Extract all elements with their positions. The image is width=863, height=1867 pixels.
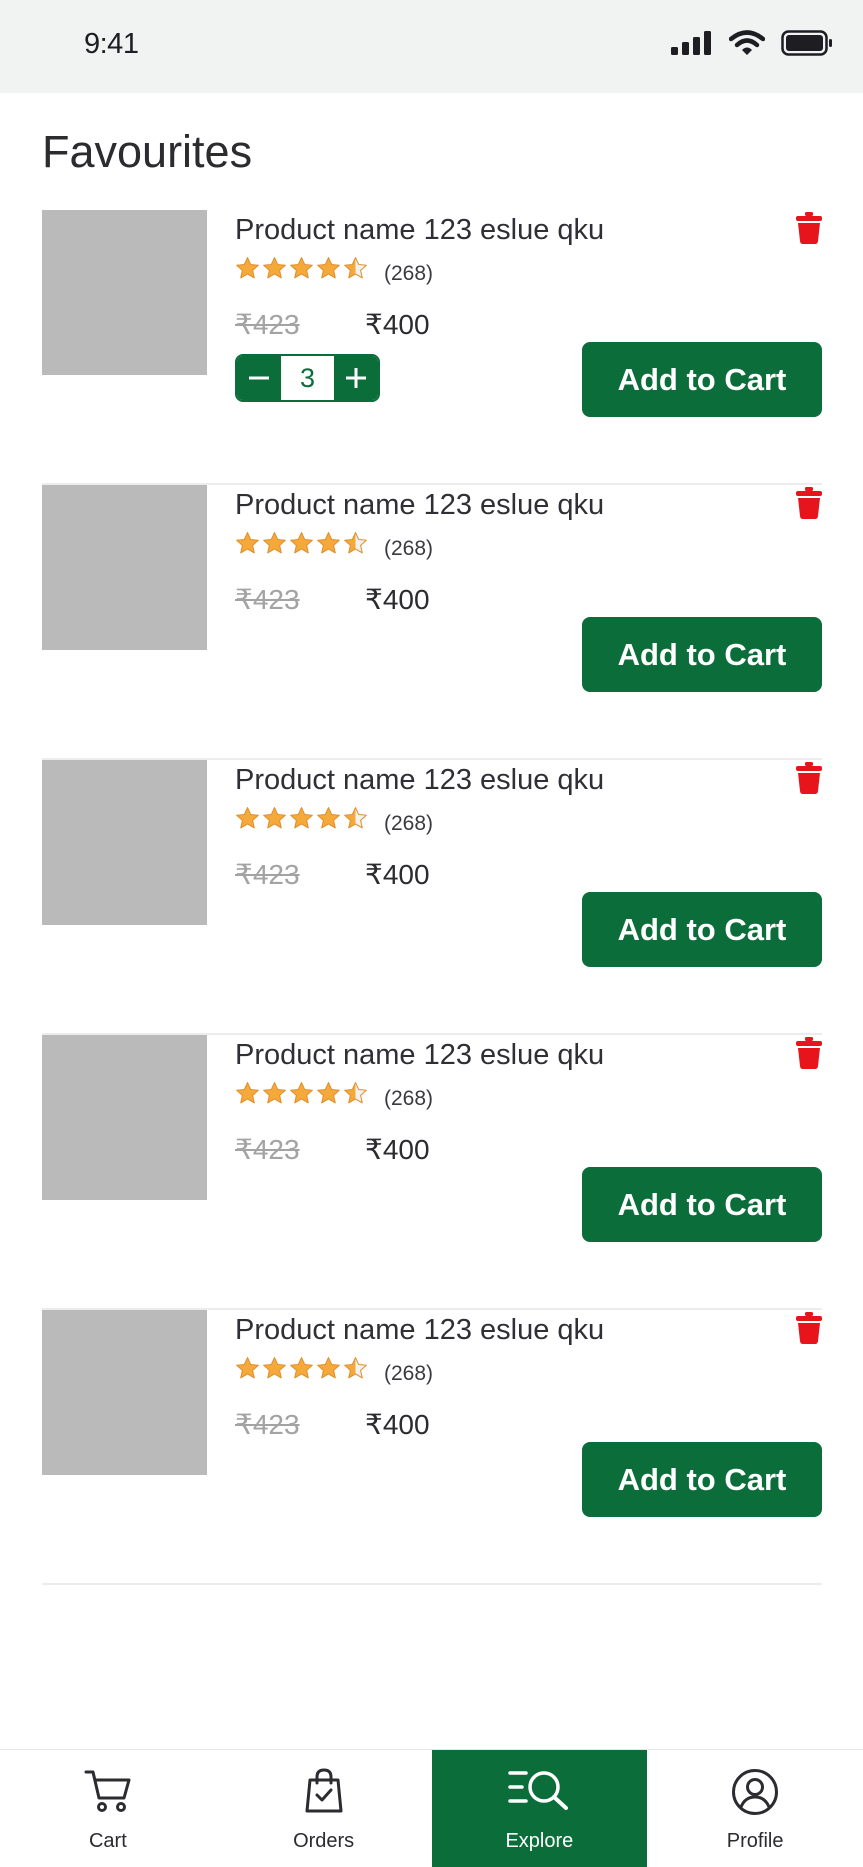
product-name[interactable]: Product name 123 eslue qku <box>235 1039 604 1072</box>
quantity-value: 3 <box>281 356 334 400</box>
tab-orders[interactable]: Orders <box>216 1750 432 1867</box>
star-icon <box>290 1082 313 1104</box>
minus-icon <box>249 376 269 380</box>
star-icon <box>290 257 313 279</box>
sale-price: ₹400 <box>365 859 430 890</box>
delete-icon[interactable] <box>796 1312 822 1344</box>
rating-stars <box>235 806 368 831</box>
star-icon <box>263 1357 286 1379</box>
star-icon <box>317 532 340 554</box>
star-icon <box>290 807 313 829</box>
star-icon <box>236 1357 259 1379</box>
star-icon <box>236 1082 259 1104</box>
shopping-bag-icon <box>305 1768 343 1813</box>
star-icon <box>263 257 286 279</box>
original-price: ₹423 <box>235 1409 300 1440</box>
product-image[interactable] <box>42 1310 207 1475</box>
review-count: (268) <box>384 1362 434 1385</box>
star-icon <box>263 1082 286 1104</box>
original-price: ₹423 <box>235 859 300 890</box>
product-name[interactable]: Product name 123 eslue qku <box>235 764 604 797</box>
battery-icon <box>781 30 832 56</box>
star-icon <box>290 1357 313 1379</box>
sale-price: ₹400 <box>365 584 430 615</box>
add-to-cart-button[interactable]: Add to Cart <box>582 1442 822 1517</box>
delete-icon[interactable] <box>796 487 822 519</box>
star-icon <box>263 532 286 554</box>
product-name[interactable]: Product name 123 eslue qku <box>235 489 604 522</box>
star-icon <box>236 257 259 279</box>
star-icon <box>344 807 367 829</box>
status-bar: 9:41 <box>0 0 863 93</box>
tab-profile[interactable]: Profile <box>647 1750 863 1867</box>
favourite-item: Product name 123 eslue qku (268) ₹423 ₹4… <box>42 760 822 1035</box>
rating-stars <box>235 256 368 281</box>
tab-cart[interactable]: Cart <box>0 1750 216 1867</box>
divider <box>42 1583 822 1585</box>
star-icon <box>344 532 367 554</box>
favourite-item: Product name 123 eslue qku (268) ₹423 ₹4… <box>42 1035 822 1310</box>
tab-label: Explore <box>505 1830 574 1852</box>
product-image[interactable] <box>42 210 207 375</box>
star-icon <box>344 1357 367 1379</box>
original-price: ₹423 <box>235 1134 300 1165</box>
favourite-item: Product name 123 eslue qku (268) ₹423 ₹4… <box>42 210 822 485</box>
favourite-item: Product name 123 eslue qku (268) ₹423 ₹4… <box>42 1310 822 1585</box>
star-icon <box>236 807 259 829</box>
star-icon <box>344 1082 367 1104</box>
original-price: ₹423 <box>235 309 300 340</box>
wifi-icon <box>729 30 765 55</box>
decrease-quantity-button[interactable] <box>237 356 281 400</box>
product-name[interactable]: Product name 123 eslue qku <box>235 1314 604 1347</box>
add-to-cart-button[interactable]: Add to Cart <box>582 892 822 967</box>
product-image[interactable] <box>42 760 207 925</box>
star-icon <box>344 257 367 279</box>
star-icon <box>317 1082 340 1104</box>
signal-icon <box>671 31 711 55</box>
tab-explore[interactable]: Explore <box>431 1750 648 1867</box>
favourites-list: Product name 123 eslue qku (268) ₹423 ₹4… <box>42 210 822 1585</box>
product-name[interactable]: Product name 123 eslue qku <box>235 214 604 247</box>
increase-quantity-button[interactable] <box>334 356 378 400</box>
star-icon <box>263 807 286 829</box>
delete-icon[interactable] <box>796 762 822 794</box>
plus-icon <box>346 368 366 388</box>
star-icon <box>317 1357 340 1379</box>
review-count: (268) <box>384 262 434 285</box>
quantity-stepper: 3 <box>235 354 380 402</box>
add-to-cart-button[interactable]: Add to Cart <box>582 342 822 417</box>
tab-label: Cart <box>88 1830 127 1852</box>
review-count: (268) <box>384 812 434 835</box>
star-icon <box>317 257 340 279</box>
product-image[interactable] <box>42 485 207 650</box>
rating-stars <box>235 1356 368 1381</box>
delete-icon[interactable] <box>796 1037 822 1069</box>
sale-price: ₹400 <box>365 1134 430 1165</box>
cart-icon <box>84 1770 131 1812</box>
star-icon <box>236 532 259 554</box>
add-to-cart-button[interactable]: Add to Cart <box>582 617 822 692</box>
star-icon <box>317 807 340 829</box>
tab-label: Orders <box>293 1830 355 1852</box>
review-count: (268) <box>384 1087 434 1110</box>
page-title: Favourites <box>42 126 253 177</box>
status-time: 9:41 <box>84 28 139 60</box>
rating-stars <box>235 531 368 556</box>
review-count: (268) <box>384 537 434 560</box>
sale-price: ₹400 <box>365 1409 430 1440</box>
original-price: ₹423 <box>235 584 300 615</box>
status-icons <box>671 30 833 56</box>
add-to-cart-button[interactable]: Add to Cart <box>582 1167 822 1242</box>
delete-icon[interactable] <box>796 212 822 244</box>
star-icon <box>290 532 313 554</box>
profile-icon <box>732 1769 779 1815</box>
product-image[interactable] <box>42 1035 207 1200</box>
bottom-tab-bar: Cart Orders Explore Profile <box>0 1749 863 1867</box>
tab-label: Profile <box>726 1830 784 1852</box>
explore-search-icon <box>508 1771 569 1810</box>
sale-price: ₹400 <box>365 309 430 340</box>
rating-stars <box>235 1081 368 1106</box>
favourite-item: Product name 123 eslue qku (268) ₹423 ₹4… <box>42 485 822 760</box>
